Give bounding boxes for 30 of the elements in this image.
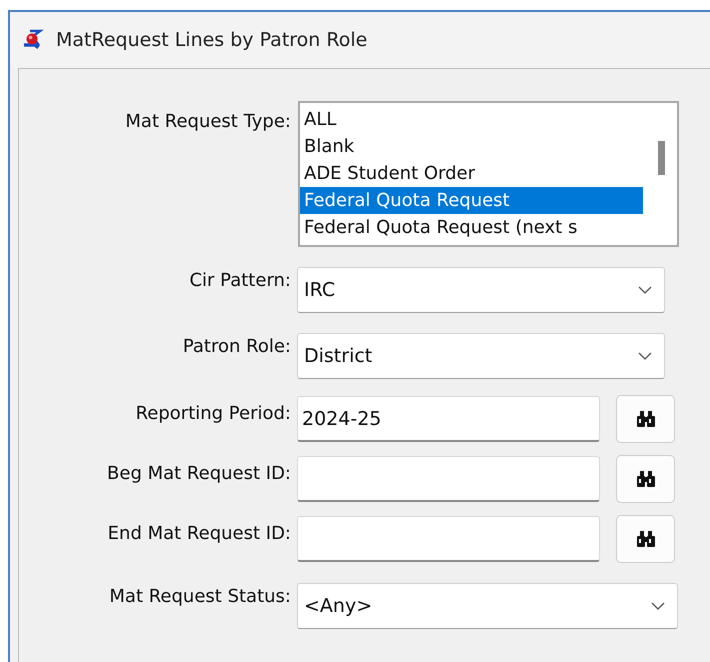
list-item[interactable]: Federal Quota Request	[300, 187, 643, 214]
chevron-down-icon	[638, 286, 652, 294]
chevron-down-icon	[638, 352, 652, 360]
field-label: Reporting Period:	[136, 402, 291, 424]
field-label: End Mat Request ID:	[108, 522, 291, 544]
binoculars-icon	[636, 470, 656, 488]
dropdown[interactable]: District	[297, 333, 665, 379]
field-label: Mat Request Type:	[125, 110, 291, 132]
field-label: Cir Pattern:	[189, 270, 291, 290]
input-field[interactable]	[297, 516, 600, 562]
list-item[interactable]: ALL	[300, 106, 643, 133]
lookup-button[interactable]	[616, 515, 675, 563]
dropdown[interactable]: <Any>	[297, 583, 678, 629]
window-title: MatRequest Lines by Patron Role	[56, 29, 368, 51]
field-label: Mat Request Status:	[109, 586, 291, 606]
field-label: Beg Mat Request ID:	[107, 462, 291, 484]
binoculars-icon	[636, 530, 656, 548]
input-field[interactable]	[297, 456, 600, 502]
input-field[interactable]: 2024-25	[297, 396, 600, 442]
list-box[interactable]: ALL Blank ADE Student Order Federal Quota Request Federal Quota Request (next s	[298, 101, 679, 247]
binoculars-icon	[636, 410, 656, 428]
list-item[interactable]: ADE Student Order	[300, 160, 643, 187]
list-item[interactable]: Blank	[300, 133, 643, 160]
scrollbar-thumb[interactable]	[658, 141, 665, 175]
list-item[interactable]: Federal Quota Request (next s	[300, 214, 643, 241]
dropdown[interactable]: IRC	[297, 267, 665, 313]
lookup-button[interactable]	[616, 395, 675, 443]
lookup-button[interactable]	[616, 455, 675, 503]
field-label: Patron Role:	[182, 336, 291, 356]
chevron-down-icon	[651, 602, 665, 610]
